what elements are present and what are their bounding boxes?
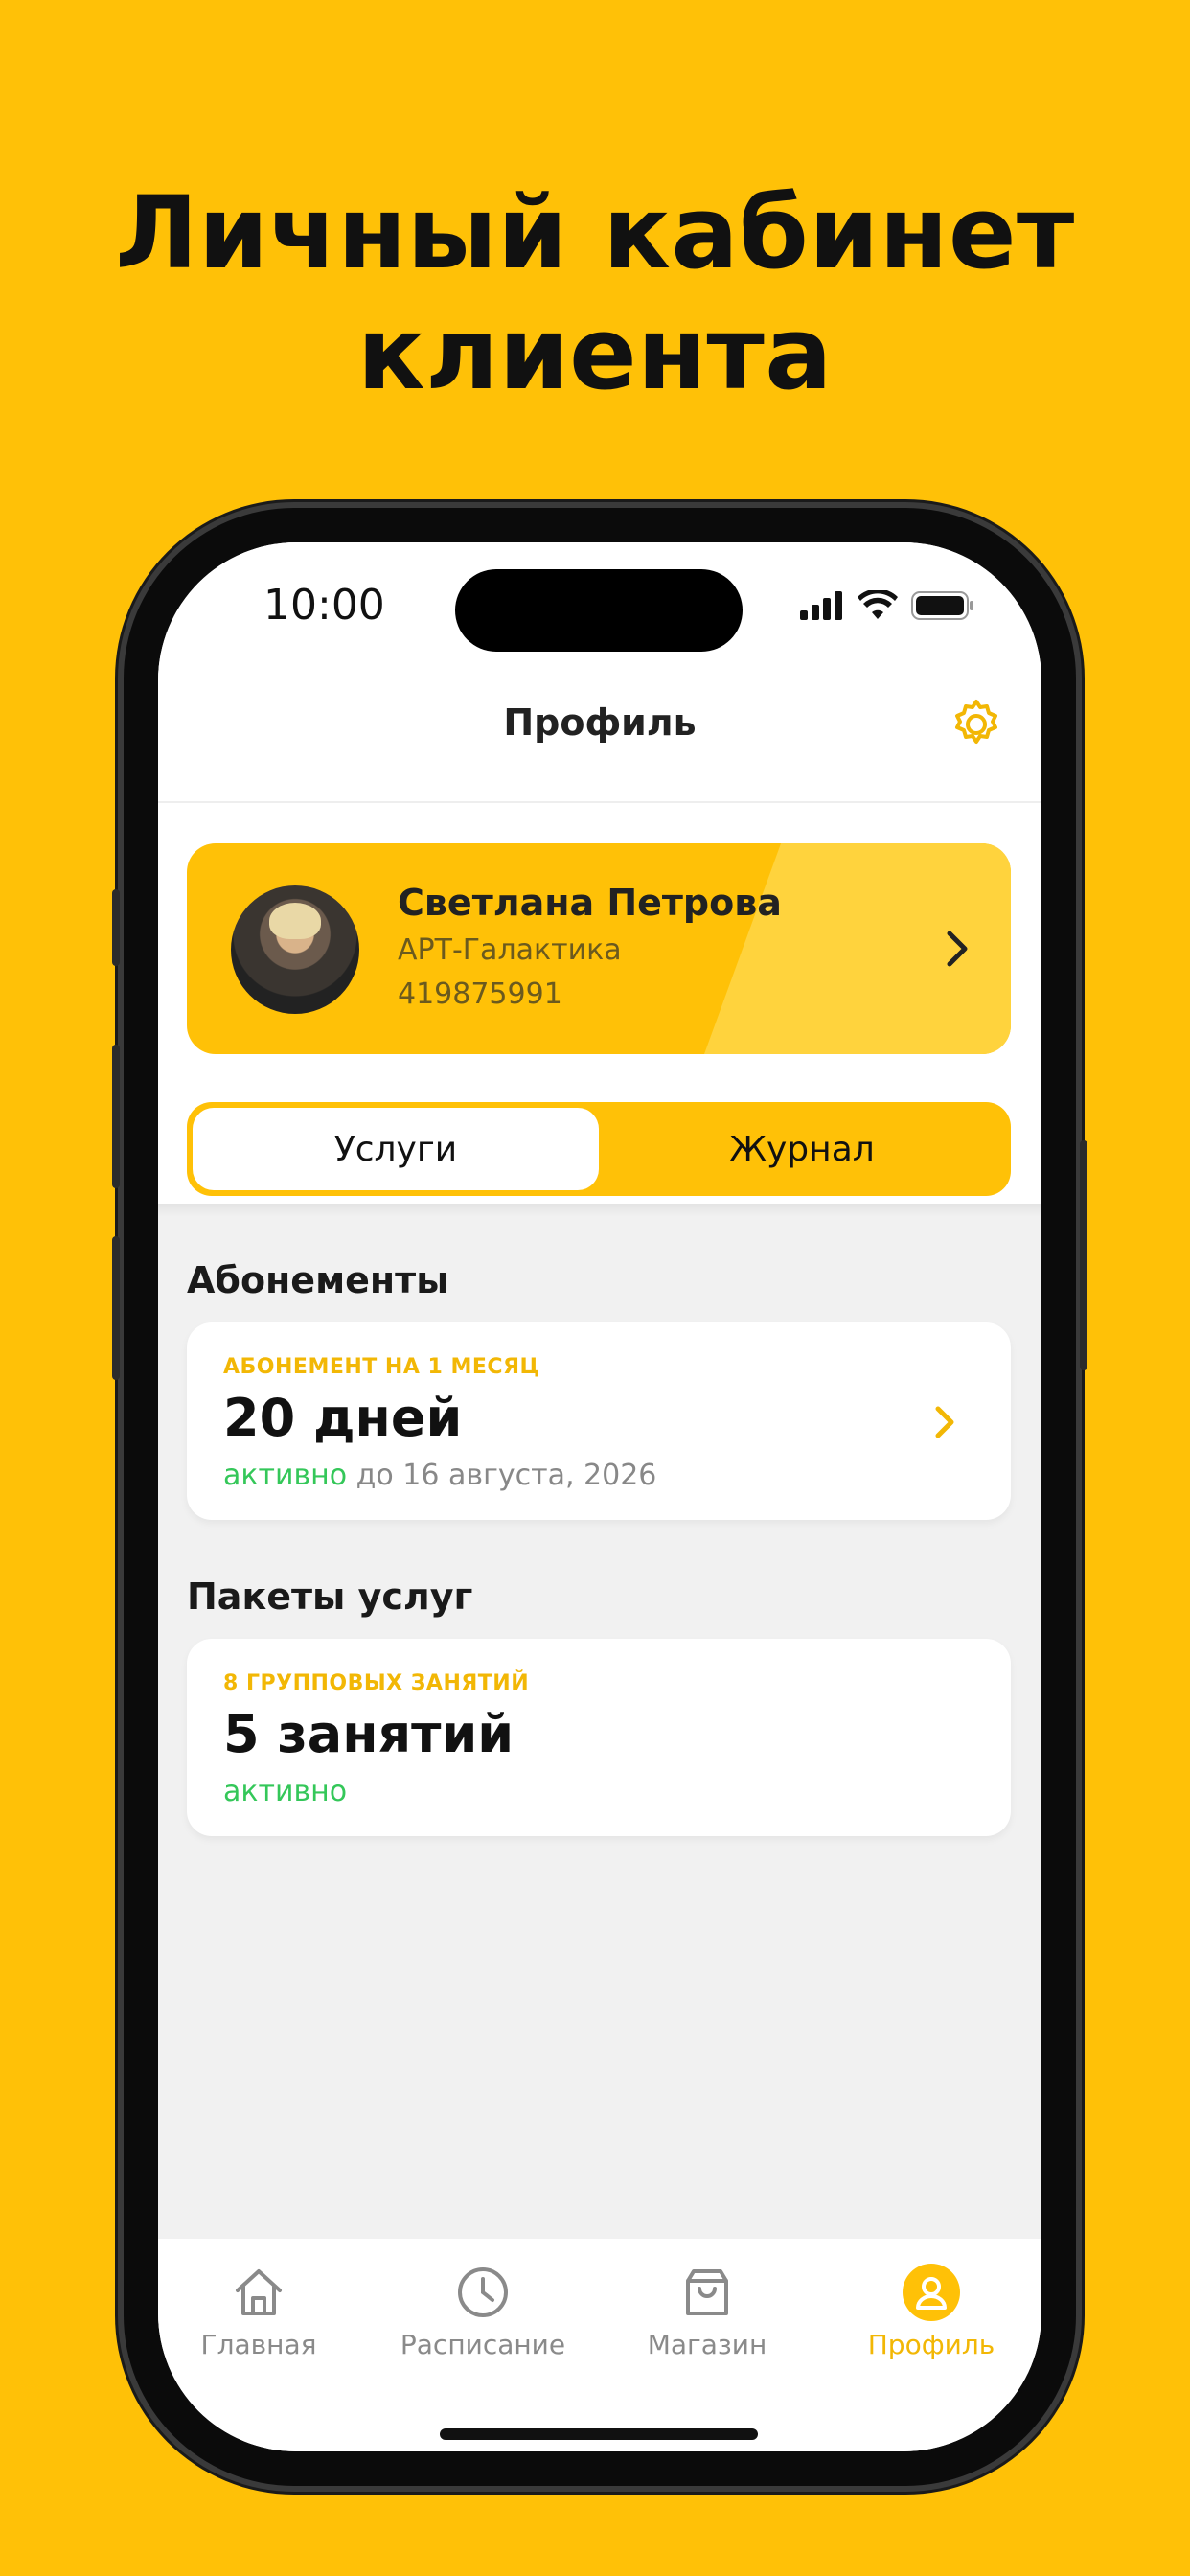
package-value: 5 занятий <box>223 1704 515 1764</box>
phone-frame: 10:00 Профиль Светлана Петрова АРТ-Галак… <box>112 508 1087 2486</box>
subscription-value: 20 дней <box>223 1388 463 1448</box>
headline-line-1: Личный кабинет <box>115 174 1075 291</box>
tab-schedule-label: Расписание <box>400 2329 566 2360</box>
battery-icon <box>911 591 973 620</box>
profile-id: 419875991 <box>398 978 562 1011</box>
status-icons <box>800 590 974 621</box>
clock-icon <box>458 2267 508 2317</box>
tab-profile-label: Профиль <box>867 2329 995 2360</box>
tab-home[interactable]: Главная <box>158 2262 369 2360</box>
bag-icon <box>686 2269 728 2315</box>
power-button <box>1080 1140 1087 1370</box>
segment-services[interactable]: Услуги <box>193 1108 599 1190</box>
segment-journal[interactable]: Журнал <box>599 1108 1005 1190</box>
tab-profile[interactable]: Профиль <box>821 2262 1041 2360</box>
tab-home-label: Главная <box>200 2329 317 2360</box>
volume-up-button <box>112 1045 120 1188</box>
package-kicker: 8 ГРУППОВЫХ ЗАНЯТИЙ <box>223 1671 530 1695</box>
package-card[interactable]: 8 ГРУППОВЫХ ЗАНЯТИЙ 5 занятий активно <box>187 1639 1011 1836</box>
settings-gear-icon[interactable] <box>948 696 1005 753</box>
status-time: 10:00 <box>263 581 385 630</box>
dynamic-island <box>455 569 743 652</box>
tab-shop[interactable]: Магазин <box>597 2262 817 2360</box>
subscriptions-title: Абонементы <box>187 1259 449 1301</box>
packages-title: Пакеты услуг <box>187 1576 473 1618</box>
segmented-control: Услуги Журнал <box>187 1102 1011 1196</box>
phone-screen: 10:00 Профиль Светлана Петрова АРТ-Галак… <box>158 542 1041 2451</box>
tab-schedule[interactable]: Расписание <box>373 2262 593 2360</box>
profile-club: АРТ-Галактика <box>398 933 622 967</box>
package-status: активно <box>223 1775 348 1808</box>
headline-line-2: клиента <box>357 295 833 412</box>
avatar <box>231 886 359 1014</box>
nav-divider <box>158 801 1041 803</box>
volume-down-button <box>112 1236 120 1380</box>
promo-headline: Личный кабинет клиента <box>0 172 1190 414</box>
chevron-right-icon <box>935 1406 954 1438</box>
header-shadow <box>158 1204 1041 1217</box>
package-status-line: активно <box>223 1775 347 1808</box>
profile-card[interactable]: Светлана Петрова АРТ-Галактика 419875991 <box>187 843 1011 1054</box>
tab-shop-label: Магазин <box>647 2329 767 2360</box>
subscription-kicker: АБОНЕМЕНТ НА 1 МЕСЯЦ <box>223 1355 540 1379</box>
profile-name: Светлана Петрова <box>398 882 782 924</box>
page-title: Профиль <box>503 702 697 744</box>
subscription-status-line: активно до 16 августа, 2026 <box>223 1459 656 1492</box>
signal-icon <box>800 591 842 620</box>
wifi-icon <box>858 590 898 619</box>
subscription-status: активно <box>223 1459 348 1492</box>
home-indicator <box>440 2428 758 2440</box>
profile-icon <box>903 2264 960 2321</box>
silent-switch <box>112 889 120 966</box>
subscription-card[interactable]: АБОНЕМЕНТ НА 1 МЕСЯЦ 20 дней активно до … <box>187 1322 1011 1520</box>
home-icon <box>236 2269 282 2315</box>
tab-bar: Главная Расписание Магазин Профиль <box>158 2239 1041 2451</box>
chevron-right-icon <box>947 931 968 967</box>
subscription-until: до 16 августа, 2026 <box>347 1459 657 1492</box>
